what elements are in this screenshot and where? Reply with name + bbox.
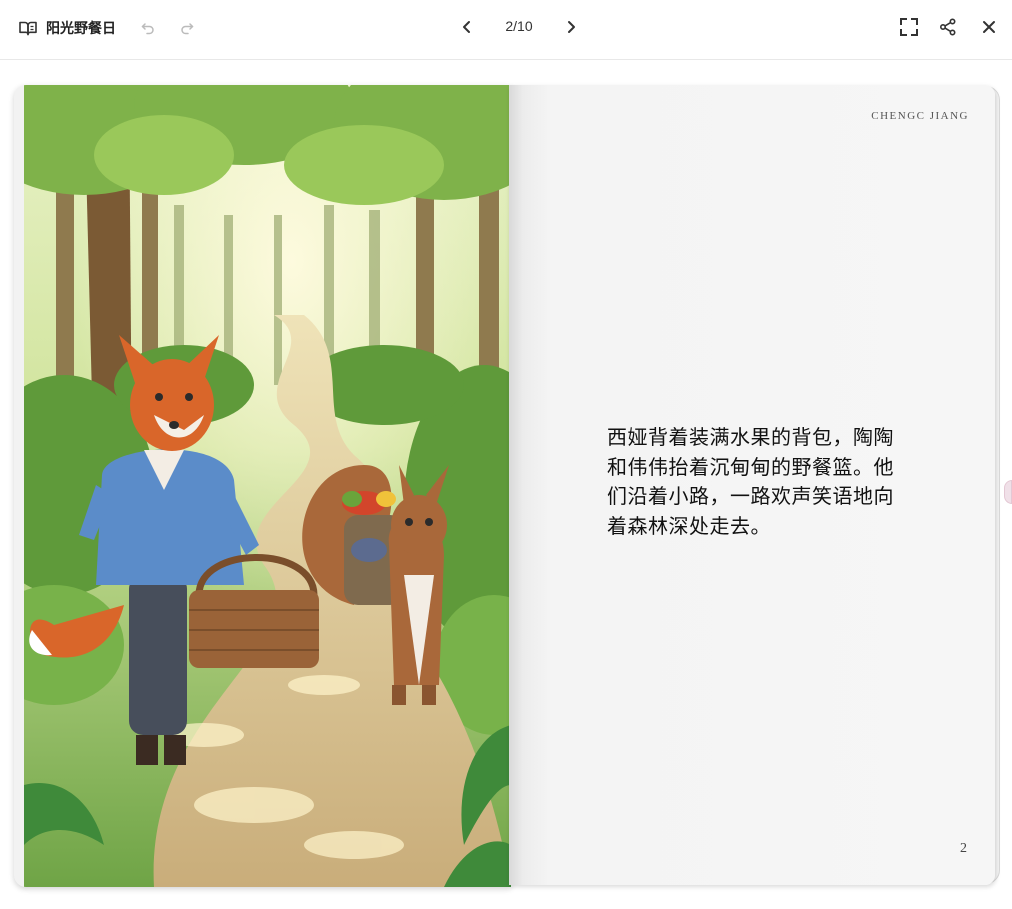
book-icon — [18, 18, 38, 38]
redo-icon[interactable] — [173, 14, 201, 42]
book-title: 阳光野餐日 — [46, 21, 116, 37]
page-number: 2 — [960, 841, 967, 856]
top-toolbar: 阳光野餐日 2/10 — [0, 0, 1012, 60]
author-name: CHENGC JIANG — [871, 110, 969, 122]
book-title-group: 阳光野餐日 — [18, 16, 116, 40]
story-text: 西娅背着装满水果的背包，陶陶和伟伟抬着沉甸甸的野餐篮。他们沿着小路，一路欢声笑语… — [607, 425, 894, 538]
share-icon[interactable] — [934, 13, 962, 41]
right-page[interactable]: CHENGC JIANG 西娅背着装满水果的背包，陶陶和伟伟抬着沉甸甸的野餐篮。… — [509, 85, 995, 885]
chevron-left-icon[interactable] — [453, 13, 481, 41]
page-indicator: 2/10 — [505, 18, 533, 34]
close-icon[interactable] — [975, 13, 1003, 41]
illustration — [24, 85, 511, 887]
fullscreen-icon[interactable] — [895, 13, 923, 41]
side-handle[interactable] — [1004, 480, 1012, 504]
chevron-right-icon[interactable] — [557, 13, 585, 41]
left-page[interactable] — [14, 85, 511, 887]
undo-icon[interactable] — [134, 14, 162, 42]
book-spread: CHENGC JIANG 西娅背着装满水果的背包，陶陶和伟伟抬着沉甸甸的野餐篮。… — [14, 85, 1004, 887]
